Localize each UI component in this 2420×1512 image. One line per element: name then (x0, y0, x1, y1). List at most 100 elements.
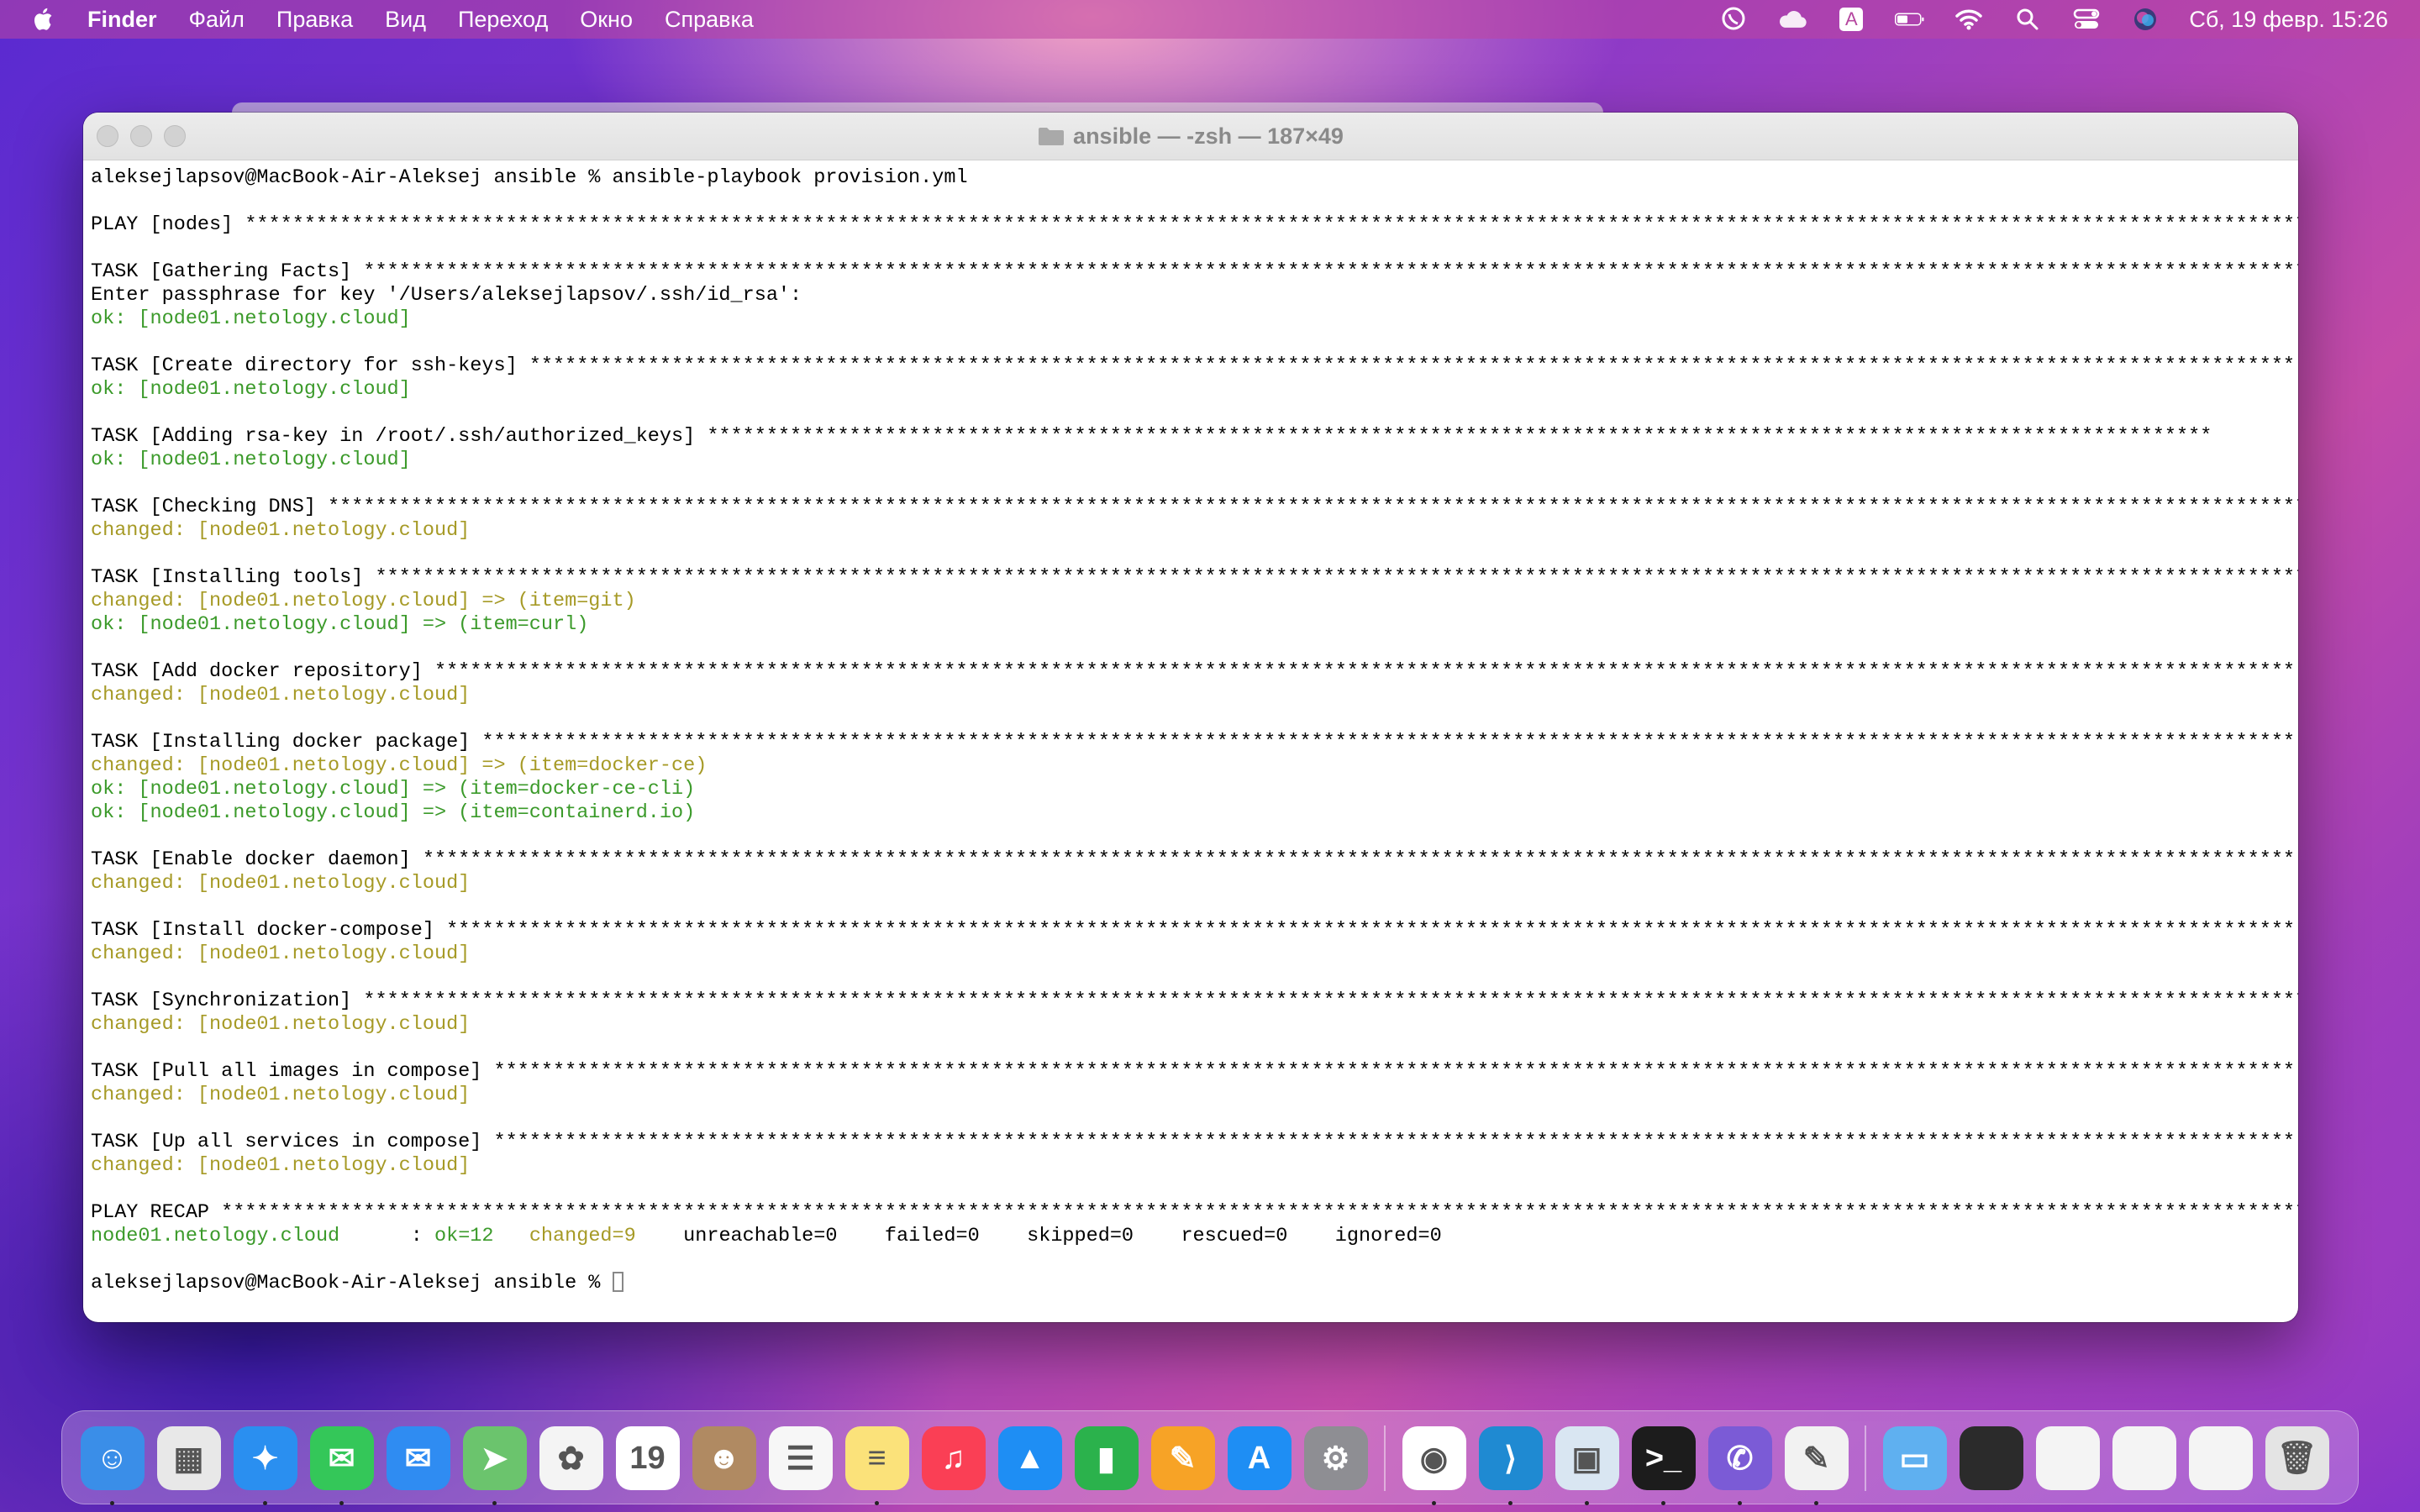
terminal-lines: aleksejlapsov@MacBook-Air-Aleksej ansibl… (91, 166, 2298, 1225)
terminal-line: TASK [Enable docker daemon] ************… (91, 848, 2296, 871)
menu-edit[interactable]: Правка (276, 7, 353, 33)
terminal-line: ok: [node01.netology.cloud] (91, 449, 411, 471)
title-bar[interactable]: ansible — -zsh — 187×49 (83, 113, 2298, 160)
viber-icon[interactable] (1718, 7, 1749, 32)
safari-icon: ✦ (233, 1426, 297, 1490)
dock-item-system-preferences[interactable]: ⚙ (1297, 1420, 1374, 1497)
keyboard-layout-icon[interactable]: A (1836, 7, 1866, 32)
dock-item-notes[interactable]: ≡ (839, 1420, 915, 1505)
menu-help[interactable]: Справка (665, 7, 754, 33)
wifi-icon[interactable] (1954, 7, 1984, 32)
dock-item-downloads[interactable]: ▭ (1876, 1420, 1953, 1497)
dock-item-window-thumb-1[interactable] (1953, 1420, 2029, 1497)
dock-item-vscode[interactable]: ⟩ (1472, 1420, 1549, 1505)
trash-icon: 🗑 (2265, 1426, 2329, 1490)
clock[interactable]: Сб, 19 февр. 15:26 (2189, 7, 2388, 33)
terminal-line: TASK [Create directory for ssh-keys] ***… (91, 354, 2296, 377)
menu-file[interactable]: Файл (189, 7, 245, 33)
dock-item-music[interactable]: ♫ (915, 1420, 992, 1497)
icloud-icon[interactable] (1777, 7, 1807, 32)
window-thumbnail-icon (1959, 1426, 2023, 1490)
dock-item-pages[interactable]: ✎ (1144, 1420, 1221, 1497)
running-indicator (339, 1500, 344, 1505)
terminal-line: TASK [Add docker repository] ***********… (91, 660, 2296, 683)
window-thumbnail-icon (2112, 1426, 2176, 1490)
running-indicator (263, 1500, 267, 1505)
terminal-line: changed: [node01.netology.cloud] (91, 1154, 471, 1177)
dock-item-numbers[interactable]: ▮ (1068, 1420, 1144, 1497)
terminal-line: TASK [Pull all images in compose] ******… (91, 1060, 2296, 1083)
dock-item-reminders[interactable]: ☰ (762, 1420, 839, 1497)
running-indicator (1585, 1500, 1589, 1505)
dock-item-keynote[interactable]: ▲ (992, 1420, 1068, 1497)
vscode-icon: ⟩ (1478, 1426, 1543, 1490)
dock-item-viber[interactable]: ✆ (1702, 1420, 1778, 1505)
dock-item-window-thumb-3[interactable] (2106, 1420, 2182, 1497)
dock-item-chrome[interactable]: ◉ (1396, 1420, 1472, 1505)
menu-window[interactable]: Окно (580, 7, 633, 33)
viber-icon: ✆ (1707, 1426, 1772, 1490)
preview-icon: ▣ (1555, 1426, 1619, 1490)
terminal-line: TASK [Install docker-compose] **********… (91, 919, 2296, 942)
window-thumbnail-icon (2035, 1426, 2100, 1490)
dock-item-window-thumb-4[interactable] (2182, 1420, 2259, 1497)
dock-item-terminal[interactable]: >_ (1625, 1420, 1702, 1505)
terminal-line: changed: [node01.netology.cloud] (91, 1084, 471, 1106)
terminal-line: TASK [Adding rsa-key in /root/.ssh/autho… (91, 425, 2212, 448)
dock-item-trash[interactable]: 🗑 (2259, 1420, 2335, 1497)
running-indicator (1738, 1500, 1742, 1505)
running-indicator (492, 1500, 497, 1505)
menu-bar: Finder Файл Правка Вид Переход Окно Спра… (0, 0, 2420, 39)
keyboard-layout-label: A (1839, 8, 1864, 31)
music-icon: ♫ (921, 1426, 986, 1490)
dock-item-mail[interactable]: ✉ (380, 1420, 456, 1497)
battery-icon[interactable] (1895, 7, 1925, 32)
dock-item-messages[interactable]: ✉ (303, 1420, 380, 1505)
terminal-window[interactable]: ansible — -zsh — 187×49 aleksejlapsov@Ma… (83, 113, 2298, 1322)
terminal-line: TASK [Checking DNS] ********************… (91, 496, 2298, 518)
dock-item-textedit[interactable]: ✎ (1778, 1420, 1854, 1505)
menu-view[interactable]: Вид (385, 7, 426, 33)
numbers-icon: ▮ (1074, 1426, 1139, 1490)
dock-item-safari[interactable]: ✦ (227, 1420, 303, 1505)
dock-item-launchpad[interactable]: ▦ (150, 1420, 227, 1497)
dock-item-photos[interactable]: ✿ (533, 1420, 609, 1497)
terminal-line: TASK [Up all services in compose] ******… (91, 1131, 2296, 1153)
running-indicator (1814, 1500, 1818, 1505)
recap-sep: : (339, 1225, 434, 1247)
apple-icon[interactable] (32, 5, 57, 34)
control-center-icon[interactable] (2071, 7, 2102, 32)
contacts-icon: ☻ (692, 1426, 756, 1490)
prompt-line[interactable]: aleksejlapsov@MacBook-Air-Aleksej ansibl… (91, 1272, 2298, 1295)
dock-item-window-thumb-2[interactable] (2029, 1420, 2106, 1497)
terminal-line: changed: [node01.netology.cloud] (91, 519, 471, 542)
app-store-icon: A (1227, 1426, 1292, 1490)
folder-icon: ▭ (1882, 1426, 1947, 1490)
running-indicator (1432, 1500, 1436, 1505)
terminal-line: aleksejlapsov@MacBook-Air-Aleksej ansibl… (91, 166, 968, 189)
terminal-icon: >_ (1631, 1426, 1696, 1490)
search-icon[interactable] (2012, 7, 2043, 32)
dock-item-calendar[interactable]: 19 (609, 1420, 686, 1497)
menu-app-name[interactable]: Finder (87, 7, 157, 33)
dock-separator (1865, 1425, 1866, 1491)
dock-item-preview[interactable]: ▣ (1549, 1420, 1625, 1505)
recap-changed: changed=9 (529, 1225, 636, 1247)
dock-item-app-store[interactable]: A (1221, 1420, 1297, 1497)
recap-ok: ok=12 (434, 1225, 494, 1247)
terminal-line: Enter passphrase for key '/Users/aleksej… (91, 284, 802, 307)
menu-go[interactable]: Переход (458, 7, 548, 33)
terminal-output[interactable]: aleksejlapsov@MacBook-Air-Aleksej ansibl… (83, 160, 2298, 1322)
messages-icon: ✉ (309, 1426, 374, 1490)
dock-item-contacts[interactable]: ☻ (686, 1420, 762, 1497)
dock-item-finder[interactable]: ☺ (74, 1420, 150, 1505)
siri-icon[interactable] (2130, 7, 2160, 32)
dock-item-maps[interactable]: ➤ (456, 1420, 533, 1505)
chrome-icon: ◉ (1402, 1426, 1466, 1490)
